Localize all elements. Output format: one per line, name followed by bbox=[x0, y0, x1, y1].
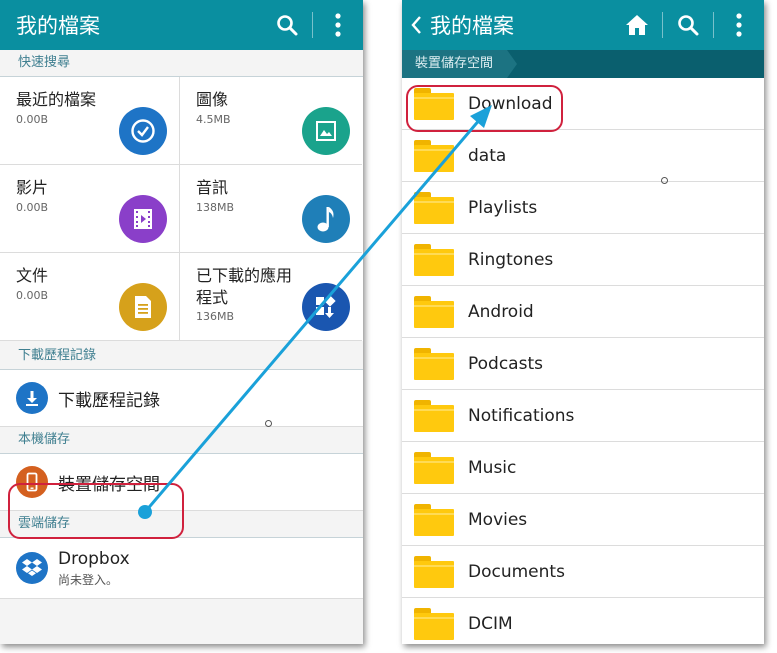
quick-search-header: 快速搜尋 bbox=[0, 50, 363, 77]
folder-name: Ringtones bbox=[468, 249, 554, 270]
folder-icon bbox=[414, 399, 454, 432]
app-title: 我的檔案 bbox=[430, 14, 514, 38]
folder-icon bbox=[414, 555, 454, 588]
download-history-item[interactable]: 下載歷程記錄 bbox=[0, 370, 363, 427]
folder-name: Music bbox=[468, 457, 517, 478]
dropbox-status: 尚未登入。 bbox=[58, 572, 119, 587]
folder-item-podcasts[interactable]: Podcasts bbox=[402, 338, 764, 390]
folder-icon bbox=[414, 295, 454, 328]
back-arrow-icon bbox=[411, 16, 421, 34]
tile-label: 圖像 bbox=[196, 90, 229, 109]
home-icon bbox=[626, 15, 648, 35]
more-options-button[interactable] bbox=[714, 0, 764, 50]
search-button[interactable] bbox=[663, 0, 713, 50]
tile-label: 影片 bbox=[16, 178, 49, 197]
more-options-button[interactable] bbox=[313, 0, 363, 50]
folder-name: data bbox=[468, 145, 507, 166]
tile-label: 音訊 bbox=[196, 178, 229, 197]
quick-search-grid: 最近的檔案 0.00B 圖像 4.5MB 影片 0.00B 音訊 138MB 文… bbox=[0, 77, 363, 341]
folder-icon bbox=[414, 503, 454, 536]
breadcrumb-item-device-storage[interactable]: 裝置儲存空間 bbox=[402, 50, 507, 78]
breadcrumb-arrow bbox=[507, 50, 517, 78]
video-icon bbox=[119, 195, 167, 243]
left-screen: 我的檔案 快速搜尋 最近的檔案 0.00B 圖像 4.5MB 影片 0.00B … bbox=[0, 0, 363, 644]
folder-item-data[interactable]: data bbox=[402, 130, 764, 182]
image-icon bbox=[302, 107, 350, 155]
document-icon bbox=[119, 283, 167, 331]
folder-name: Playlists bbox=[468, 197, 538, 218]
tile-size: 0.00B bbox=[16, 289, 49, 302]
folder-item-music[interactable]: Music bbox=[402, 442, 764, 494]
downloaded-apps-icon bbox=[302, 283, 350, 331]
folder-name: DCIM bbox=[468, 613, 513, 634]
download-history-label: 下載歷程記錄 bbox=[58, 390, 160, 411]
app-bar: 我的檔案 bbox=[0, 0, 363, 50]
highlight-device-storage bbox=[8, 483, 184, 539]
tile-size: 138MB bbox=[196, 201, 235, 214]
folder-name: Android bbox=[468, 301, 534, 322]
breadcrumb: 裝置儲存空間 bbox=[402, 50, 764, 78]
recent-clock-icon bbox=[119, 107, 167, 155]
more-vert-icon bbox=[736, 13, 742, 37]
folder-name: Podcasts bbox=[468, 353, 543, 374]
folder-list: Download data Playlists Ringtones Androi… bbox=[402, 78, 764, 644]
folder-icon bbox=[414, 451, 454, 484]
tile-recent-files[interactable]: 最近的檔案 0.00B bbox=[0, 77, 180, 165]
folder-item-android[interactable]: Android bbox=[402, 286, 764, 338]
dropbox-item[interactable]: Dropbox 尚未登入。 bbox=[0, 538, 363, 599]
folder-icon bbox=[414, 139, 454, 172]
tile-label: 文件 bbox=[16, 266, 49, 285]
touch-indicator-dot bbox=[661, 177, 668, 184]
folder-icon bbox=[414, 191, 454, 224]
tile-label: 最近的檔案 bbox=[16, 90, 97, 109]
folder-icon bbox=[414, 243, 454, 276]
highlight-download-folder bbox=[406, 85, 563, 132]
folder-icon bbox=[414, 347, 454, 380]
download-history-header: 下載歷程記錄 bbox=[0, 343, 363, 370]
tile-documents[interactable]: 文件 0.00B bbox=[0, 253, 180, 341]
app-bar: 我的檔案 bbox=[402, 0, 764, 50]
search-icon bbox=[678, 15, 699, 36]
app-title: 我的檔案 bbox=[16, 14, 100, 38]
dropbox-label: Dropbox bbox=[58, 548, 130, 569]
folder-item-ringtones[interactable]: Ringtones bbox=[402, 234, 764, 286]
dropbox-icon bbox=[16, 552, 48, 584]
back-button[interactable] bbox=[402, 0, 430, 50]
search-icon bbox=[277, 15, 298, 36]
download-icon bbox=[16, 382, 48, 414]
home-button[interactable] bbox=[612, 0, 662, 50]
folder-icon bbox=[414, 607, 454, 640]
folder-name: Movies bbox=[468, 509, 528, 530]
folder-item-notifications[interactable]: Notifications bbox=[402, 390, 764, 442]
tile-label: 已下載的應用程式 bbox=[196, 266, 293, 307]
local-storage-header: 本機儲存 bbox=[0, 427, 363, 454]
folder-item-dcim[interactable]: DCIM bbox=[402, 598, 764, 644]
tile-size: 0.00B bbox=[16, 201, 49, 214]
tile-size: 4.5MB bbox=[196, 113, 231, 126]
tile-size: 136MB bbox=[196, 310, 235, 323]
folder-item-playlists[interactable]: Playlists bbox=[402, 182, 764, 234]
touch-indicator-dot bbox=[265, 420, 272, 427]
tile-size: 0.00B bbox=[16, 113, 49, 126]
tile-audio[interactable]: 音訊 138MB bbox=[180, 165, 362, 253]
tile-downloaded-apps[interactable]: 已下載的應用程式 136MB bbox=[180, 253, 362, 341]
more-vert-icon bbox=[335, 13, 341, 37]
music-note-icon bbox=[302, 195, 350, 243]
tile-images[interactable]: 圖像 4.5MB bbox=[180, 77, 362, 165]
search-button[interactable] bbox=[262, 0, 312, 50]
folder-item-movies[interactable]: Movies bbox=[402, 494, 764, 546]
folder-item-documents[interactable]: Documents bbox=[402, 546, 764, 598]
tile-videos[interactable]: 影片 0.00B bbox=[0, 165, 180, 253]
folder-name: Documents bbox=[468, 561, 565, 582]
folder-name: Notifications bbox=[468, 405, 575, 426]
